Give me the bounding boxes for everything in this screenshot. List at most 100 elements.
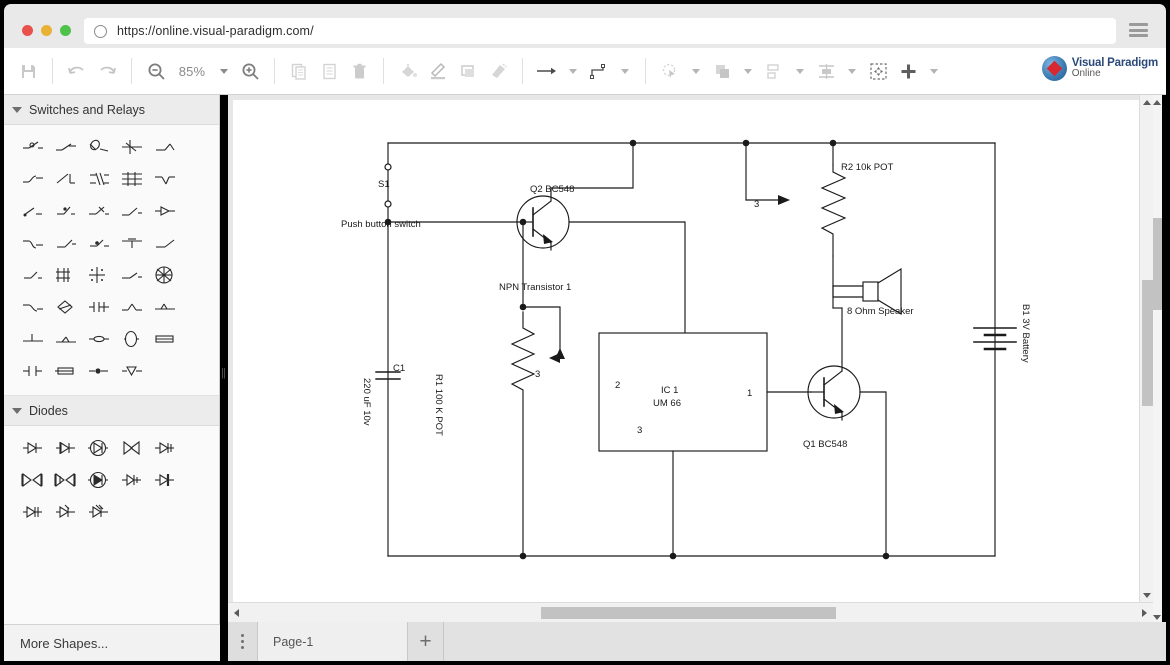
shape-diode-9[interactable] [115,464,148,496]
shape-switch-6[interactable] [16,163,49,195]
page-options-icon[interactable] [228,622,258,661]
redo-icon[interactable] [92,56,122,86]
fit-to-selection-icon[interactable] [863,56,893,86]
undo-icon[interactable] [62,56,92,86]
copy-icon[interactable] [284,56,314,86]
shape-switch-39[interactable] [115,355,148,387]
shape-diode-2[interactable] [49,432,82,464]
connector-dropdown-caret-icon[interactable] [621,69,629,74]
zoom-in-icon[interactable] [235,56,265,86]
add-page-button[interactable]: + [408,622,444,661]
add-icon[interactable] [893,56,923,86]
shape-diode-10[interactable] [148,464,181,496]
shape-diode-1[interactable] [16,432,49,464]
shape-style-icon[interactable] [453,56,483,86]
shape-switch-31[interactable] [16,323,49,355]
shape-switch-13[interactable] [82,195,115,227]
canvas-horizontal-scrollbar[interactable] [228,602,1153,622]
shape-switch-37[interactable] [49,355,82,387]
shape-switch-32[interactable] [49,323,82,355]
shape-switch-8[interactable] [82,163,115,195]
shape-diode-7[interactable] [49,464,82,496]
shape-diode-8[interactable] [82,464,115,496]
shape-diode-13[interactable] [82,496,115,528]
shape-switch-16[interactable] [16,227,49,259]
shape-switch-9[interactable] [115,163,148,195]
shape-switch-5[interactable] [148,131,181,163]
shape-switch-21[interactable] [16,259,49,291]
shape-switch-19[interactable] [115,227,148,259]
group-dropdown-caret-icon[interactable] [744,69,752,74]
sidebar-section-diodes[interactable]: Diodes [4,396,219,426]
connector-style-icon[interactable] [584,56,614,86]
shape-switch-7[interactable] [49,163,82,195]
shape-switch-4[interactable] [115,131,148,163]
shape-switch-18[interactable] [82,227,115,259]
canvas-vertical-scrollbar-thumb[interactable] [1142,280,1153,406]
shape-switch-3[interactable] [82,131,115,163]
group-icon[interactable] [707,56,737,86]
shape-switch-33[interactable] [82,323,115,355]
line-color-icon[interactable] [423,56,453,86]
shape-diode-4[interactable] [115,432,148,464]
fill-color-icon[interactable] [393,56,423,86]
shape-switch-23[interactable] [82,259,115,291]
canvas-scroll-down-arrow-icon[interactable] [1140,588,1154,602]
paste-icon[interactable] [314,56,344,86]
shape-diode-6[interactable] [16,464,49,496]
shape-switch-1[interactable] [16,131,49,163]
shape-switch-35[interactable] [148,323,181,355]
shape-switch-10[interactable] [148,163,181,195]
sidebar-resize-handle[interactable]: || [219,365,227,381]
shape-switch-30[interactable] [148,291,181,323]
shape-switch-25[interactable] [148,259,181,291]
shape-switch-2[interactable] [49,131,82,163]
shape-switch-26[interactable] [16,291,49,323]
shape-switch-27[interactable] [49,291,82,323]
hamburger-menu-icon[interactable] [1129,23,1148,37]
canvas-horizontal-scrollbar-thumb[interactable] [541,607,836,619]
shape-switch-11[interactable] [16,195,49,227]
shape-diode-5[interactable] [148,432,181,464]
canvas-scroll-up-arrow-icon[interactable] [1140,95,1154,109]
shape-switch-20[interactable] [148,227,181,259]
address-bar[interactable]: https://online.visual-paradigm.com/ [84,18,1116,44]
zoom-out-icon[interactable] [141,56,171,86]
align-icon[interactable] [759,56,789,86]
zoom-dropdown-caret-icon[interactable] [220,69,228,74]
canvas-scroll-left-arrow-icon[interactable] [230,606,242,620]
more-shapes-button[interactable]: More Shapes... [4,624,220,661]
shape-switch-14[interactable] [115,195,148,227]
shape-switch-28[interactable] [82,291,115,323]
line-arrow-dropdown-caret-icon[interactable] [569,69,577,74]
canvas-vertical-scrollbar[interactable] [1139,95,1153,602]
save-icon[interactable] [13,56,43,86]
diagram-page-sheet[interactable]: S1 Push button switch Q2 BC548 NPN Trans… [233,100,1139,602]
reload-icon[interactable] [94,25,107,38]
line-arrow-icon[interactable] [532,56,562,86]
trash-icon[interactable] [344,56,374,86]
maximize-window-button[interactable] [60,25,71,36]
shape-switch-36[interactable] [16,355,49,387]
add-dropdown-caret-icon[interactable] [930,69,938,74]
minimize-window-button[interactable] [41,25,52,36]
shape-diode-3[interactable] [82,432,115,464]
shape-switch-24[interactable] [115,259,148,291]
shape-switch-15[interactable] [148,195,181,227]
select-tool-icon[interactable] [655,56,685,86]
shape-switch-34[interactable] [115,323,148,355]
distribute-icon[interactable] [811,56,841,86]
distribute-dropdown-caret-icon[interactable] [848,69,856,74]
diagram-canvas[interactable]: S1 Push button switch Q2 BC548 NPN Trans… [228,95,1139,602]
page-tab-page-1[interactable]: Page-1 [258,622,408,661]
shape-diode-12[interactable] [49,496,82,528]
align-dropdown-caret-icon[interactable] [796,69,804,74]
shape-switch-17[interactable] [49,227,82,259]
shape-switch-38[interactable] [82,355,115,387]
format-painter-icon[interactable] [483,56,513,86]
sidebar-section-switches-and-relays[interactable]: Switches and Relays [4,95,219,125]
shape-diode-11[interactable] [16,496,49,528]
canvas-scroll-right-arrow-icon[interactable] [1138,606,1150,620]
shape-switch-22[interactable] [49,259,82,291]
close-window-button[interactable] [22,25,33,36]
